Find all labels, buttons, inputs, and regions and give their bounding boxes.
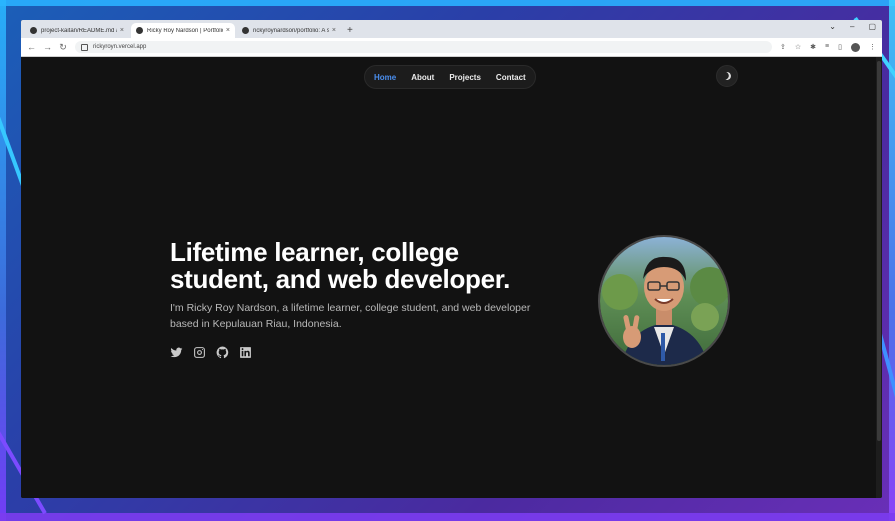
maximize-icon[interactable]: ▢ — [868, 22, 876, 31]
github-favicon-icon — [30, 27, 37, 34]
page-scrollbar[interactable] — [876, 57, 882, 498]
scrollbar-thumb[interactable] — [877, 61, 881, 441]
hero-title: Lifetime learner, college student, and w… — [170, 239, 570, 293]
twitter-icon[interactable] — [170, 346, 183, 359]
hero-subtitle: I'm Ricky Roy Nardson, a lifetime learne… — [170, 300, 550, 332]
tab-title: Ricky Roy Nardson | Portfolio — [147, 27, 223, 34]
bottom-neon-border — [0, 513, 895, 521]
linkedin-icon[interactable] — [239, 346, 252, 359]
browser-toolbar: ← → ↻ rickyroyn.vercel.app ⇪ ☆ ✱ ≡ ▯ ⋮ — [21, 38, 882, 57]
tab-strip: project-kaitan/README.md at ... × Ricky … — [21, 20, 882, 38]
back-arrow-icon[interactable]: ← — [27, 42, 36, 52]
moon-icon — [722, 71, 732, 81]
toolbar-icons: ⇪ ☆ ✱ ≡ ▯ ⋮ — [780, 42, 876, 52]
profile-photo — [598, 235, 730, 367]
extensions-icon[interactable]: ✱ — [810, 43, 816, 52]
github-icon[interactable] — [216, 346, 229, 359]
main-nav: Home About Projects Contact — [364, 65, 536, 89]
browser-tab-active[interactable]: Ricky Roy Nardson | Portfolio × — [131, 23, 235, 38]
forward-arrow-icon[interactable]: → — [43, 42, 52, 52]
portfolio-page: Home About Projects Contact Lifetime lea… — [21, 57, 876, 498]
browser-window: project-kaitan/README.md at ... × Ricky … — [21, 20, 882, 498]
tab-title: rickyroynardson/portfolio: A sim... — [253, 27, 329, 34]
tab-title: project-kaitan/README.md at ... — [41, 27, 117, 34]
reload-icon[interactable]: ↻ — [59, 42, 67, 53]
social-links — [170, 346, 252, 359]
menu-kebab-icon[interactable]: ⋮ — [869, 43, 876, 52]
nav-projects[interactable]: Projects — [449, 73, 481, 82]
hero-title-line: student, and web developer. — [170, 264, 511, 294]
bookmark-star-icon[interactable]: ☆ — [795, 43, 801, 52]
close-tab-icon[interactable]: × — [332, 27, 336, 34]
theme-toggle-button[interactable] — [716, 65, 738, 87]
browser-tab[interactable]: rickyroynardson/portfolio: A sim... × — [237, 23, 341, 38]
url-text: rickyroyn.vercel.app — [93, 44, 147, 50]
address-bar[interactable]: rickyroyn.vercel.app — [75, 41, 773, 53]
top-neon-border — [0, 0, 895, 6]
browser-tab[interactable]: project-kaitan/README.md at ... × — [25, 23, 129, 38]
close-tab-icon[interactable]: × — [226, 27, 230, 34]
reading-list-icon[interactable]: ≡ — [825, 43, 829, 52]
nav-contact[interactable]: Contact — [496, 73, 526, 82]
lock-icon — [81, 43, 88, 51]
nav-home[interactable]: Home — [374, 73, 396, 82]
github-favicon-icon — [242, 27, 249, 34]
hero-subtitle-line: I'm Ricky Roy Nardson, a lifetime learne… — [170, 302, 531, 314]
minimize-icon[interactable]: – — [850, 22, 854, 31]
hero-title-line: Lifetime learner, college — [170, 237, 459, 267]
new-tab-button[interactable]: + — [347, 23, 353, 38]
nav-about[interactable]: About — [411, 73, 434, 82]
profile-avatar[interactable] — [851, 42, 860, 52]
share-icon[interactable]: ⇪ — [780, 43, 786, 52]
window-controls: ⌄ – ▢ — [829, 22, 876, 31]
side-panel-icon[interactable]: ▯ — [838, 43, 842, 52]
tab-search-icon[interactable]: ⌄ — [829, 22, 836, 31]
instagram-icon[interactable] — [193, 346, 206, 359]
site-favicon-icon — [136, 27, 143, 34]
close-tab-icon[interactable]: × — [120, 27, 124, 34]
hero-subtitle-line: based in Kepulauan Riau, Indonesia. — [170, 318, 342, 330]
